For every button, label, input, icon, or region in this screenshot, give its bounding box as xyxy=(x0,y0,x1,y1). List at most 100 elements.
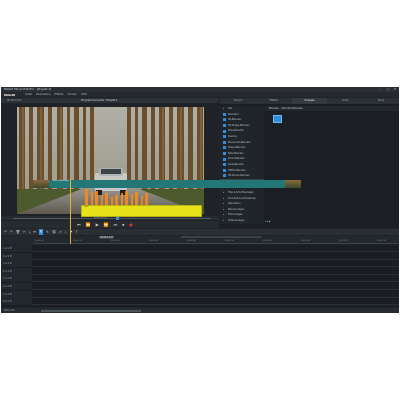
transition-list-item[interactable]: ▸ Videovorlagen xyxy=(220,218,264,224)
ruler-tick-label: 00:00:30 xyxy=(149,240,158,242)
timeline-track[interactable]: 4 ⊕ S M xyxy=(1,267,399,275)
delete-icon[interactable]: 🗑 xyxy=(16,229,20,235)
transition-header: Blenden – Standard-Blenden xyxy=(265,106,399,111)
timeline-playhead[interactable] xyxy=(70,178,71,244)
pen-icon[interactable]: ✎ xyxy=(46,229,49,235)
record-button[interactable]: ● xyxy=(129,221,133,228)
tab-store[interactable]: Store xyxy=(363,98,399,104)
ruler-tick-label: 00:01:00 xyxy=(263,240,272,242)
timeline-track[interactable]: 2 ⊕ S M xyxy=(1,252,399,260)
transition-icon xyxy=(223,157,226,161)
timeline-track[interactable]: 8 ⊕ S M xyxy=(1,298,399,306)
ruler-tick-label: 00:01:20 xyxy=(339,240,348,242)
monitor-header: 00:00:12:07 Programmmonitor: Projekt 1 xyxy=(1,98,219,103)
video-clip[interactable]: Auto_Wald.mp4 xyxy=(33,180,301,188)
transition-category-list: ▸ Alle Standard 3D-Blenden 3D-Shape-Blenden W… xyxy=(220,106,264,224)
monitor-timecode: 00:00:12:07 xyxy=(7,99,22,102)
transition-icon xyxy=(223,146,226,150)
link-icon[interactable]: ⛓ xyxy=(52,229,56,235)
track-header[interactable]: 5 ⊕ S M xyxy=(1,275,32,283)
scrubber-track[interactable] xyxy=(13,217,211,219)
title-clip[interactable]: Titel xyxy=(81,205,202,217)
transition-icon xyxy=(223,168,226,172)
menu-item-edit[interactable]: Bearbeiten xyxy=(36,93,50,96)
transition-list-label: Videovorlagen xyxy=(228,218,245,222)
timeline-scrollbar[interactable]: CPU: 12% xyxy=(1,308,399,313)
pointer-mode-icon[interactable]: ⇱ xyxy=(39,229,44,235)
folder-arrow-icon: ▸ xyxy=(223,107,225,110)
menu-item-window[interactable]: Fenster xyxy=(68,93,78,96)
transition-icon xyxy=(223,124,226,128)
timeline-track[interactable]: 7 ⊕ S M xyxy=(1,290,399,298)
media-pool-panel: Import Effekte Vorlagen Audio Store ▸ All… xyxy=(220,98,399,228)
transition-icon xyxy=(223,129,226,133)
track-header[interactable]: 3 ⊕ S M xyxy=(1,260,32,268)
status-text: CPU: 12% xyxy=(4,309,15,312)
panel-nav-controls[interactable]: ◂ ▸ ▶ xyxy=(265,220,271,223)
window-title: MAGIX Movie Edit Pro - [Projekt 1] xyxy=(4,87,52,91)
scrollbar-thumb[interactable] xyxy=(41,309,141,312)
track-header[interactable]: 6 ⊕ S M xyxy=(1,283,32,290)
text-icon[interactable]: T xyxy=(76,229,78,235)
skip-end-button[interactable]: ⏭ xyxy=(114,221,118,228)
timeline-track[interactable]: 3 ⊕ S M xyxy=(1,260,399,268)
timeline-ruler[interactable]: 00:00:12:07 00:00:00 00:00:10 00:00:20 00:0… xyxy=(1,236,399,244)
menu-item-effects[interactable]: Effekte xyxy=(54,93,63,96)
timeline-zoom-bar[interactable] xyxy=(181,236,261,238)
transition-icon xyxy=(223,135,226,139)
ruler-tick-label: 00:00:40 xyxy=(187,240,196,242)
redo-icon[interactable]: ↷ xyxy=(10,229,13,235)
menu-bar: MAGIX Datei Bearbeiten Effekte Fenster H… xyxy=(1,92,399,97)
tab-import[interactable]: Import xyxy=(220,98,256,104)
play-button[interactable]: ▶ xyxy=(96,221,99,228)
app-logo: MAGIX xyxy=(4,92,16,97)
timeline-track[interactable]: 5 ⊕ S M xyxy=(1,275,399,283)
track-header[interactable]: 2 ⊕ S M xyxy=(1,252,32,260)
track-header[interactable]: 8 ⊕ S M xyxy=(1,298,32,306)
transition-icon xyxy=(223,140,226,144)
ruler-tick-label: 00:00:20 xyxy=(111,240,120,242)
track-header[interactable]: 7 ⊕ S M xyxy=(1,290,32,298)
timeline-tracks: 1 ⊕ S M2 ⊕ S M3 ⊕ S M4 ⊕ S M5 ⊕ S M6 ⊕ S… xyxy=(1,245,399,307)
forest-road-car-image xyxy=(17,107,204,214)
fast-forward-button[interactable]: ⏩ xyxy=(104,221,109,228)
ruler-tick-label: 00:00:50 xyxy=(225,240,234,242)
video-clip-label: Auto_Wald.mp4 xyxy=(53,180,69,182)
ruler-tick-label: 00:01:10 xyxy=(301,240,310,242)
tab-effects[interactable]: Effekte xyxy=(256,98,292,104)
video-preview[interactable] xyxy=(17,107,204,214)
app-window: MAGIX Movie Edit Pro - [Projekt 1] – □ ✕… xyxy=(1,87,399,313)
ruler-tick-label: 00:00:10 xyxy=(73,240,82,242)
zoom-icon[interactable]: ⌕ xyxy=(65,229,67,235)
transition-icon xyxy=(223,118,226,122)
rewind-button[interactable]: ⏪ xyxy=(86,221,91,228)
track-header[interactable]: 4 ⊕ S M xyxy=(1,267,32,275)
track-header[interactable]: 1 ⊕ S M xyxy=(1,245,32,252)
ruler-tick-label: 00:00:00 xyxy=(35,240,44,242)
clip-thumbnail-end xyxy=(285,180,301,188)
transition-thumbnail[interactable] xyxy=(273,115,282,123)
monitor-title: Programmmonitor: Projekt 1 xyxy=(81,99,118,102)
transition-icon xyxy=(223,112,226,116)
timeline-track[interactable]: 1 ⊕ S M xyxy=(1,245,399,252)
transition-icon xyxy=(223,174,226,178)
undo-icon[interactable]: ↶ xyxy=(4,229,7,235)
folder-arrow-icon: ▸ xyxy=(223,218,225,222)
transport-controls: ⏮ ⏪ ▶ ⏩ ⏭ ⏹ ● xyxy=(1,221,219,228)
tab-audio[interactable]: Audio xyxy=(327,98,363,104)
skip-start-button[interactable]: ⏮ xyxy=(77,221,81,228)
edit-toolbar: ↶ ↷ 🗑 ✂ ⤓ ⇹ ⇱ ✎ ⛓ ∩ ⌕ ⚑ T xyxy=(1,229,399,235)
magnet-icon[interactable]: ∩ xyxy=(59,229,61,235)
timeline-track[interactable]: 6 ⊕ S M xyxy=(1,283,399,290)
transition-icon xyxy=(223,152,226,156)
cut-icon[interactable]: ✂ xyxy=(23,229,26,235)
stop-button[interactable]: ⏹ xyxy=(122,221,124,228)
title-clip-label: Titel xyxy=(84,206,89,208)
split-icon[interactable]: ⇹ xyxy=(33,229,36,235)
clip-thumbnail-start xyxy=(33,180,49,188)
menu-item-file[interactable]: Datei xyxy=(25,93,32,96)
tab-templates[interactable]: Vorlagen xyxy=(291,98,328,104)
media-pool-tabs: Import Effekte Vorlagen Audio Store xyxy=(220,98,399,104)
menu-item-help[interactable]: Hilfe xyxy=(81,93,87,96)
arrow-down-icon[interactable]: ⤓ xyxy=(29,229,31,235)
